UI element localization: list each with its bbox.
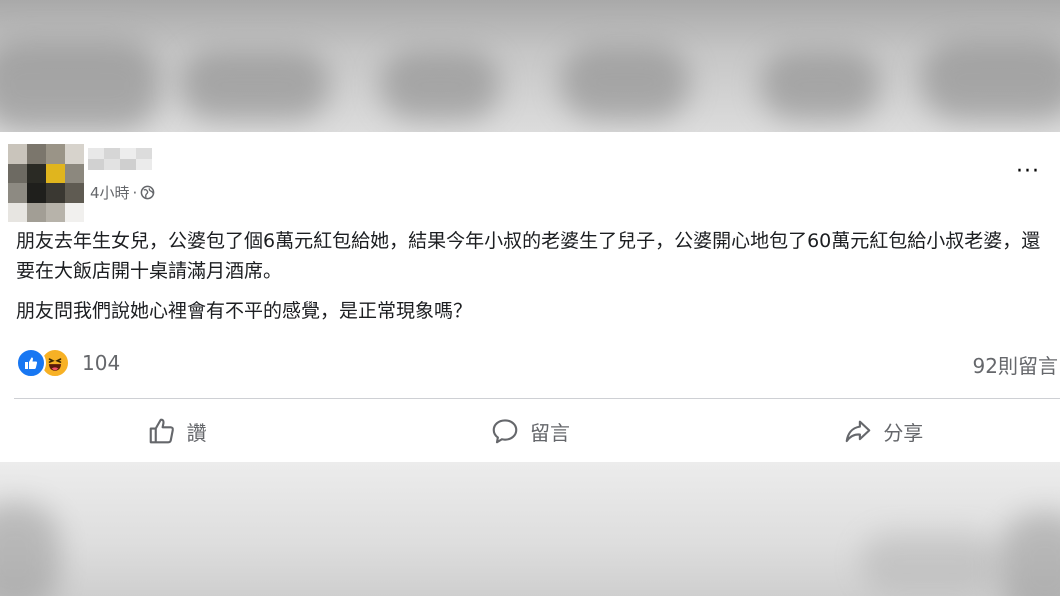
- post-meta: 4小時 ·: [90, 182, 155, 203]
- meta-separator: ·: [132, 183, 138, 202]
- comment-bubble-icon: [492, 419, 518, 444]
- like-button[interactable]: 讚: [0, 402, 353, 460]
- comment-button[interactable]: 留言: [353, 402, 706, 460]
- blurred-background-bottom: [0, 462, 1060, 596]
- post-card: 4小時 · ··· 朋友去年生女兒，公婆包了個6萬元紅包給她，結果今年小叔的老婆…: [0, 132, 1060, 462]
- author-name-blurred[interactable]: [88, 148, 152, 170]
- post-body: 朋友去年生女兒，公婆包了個6萬元紅包給她，結果今年小叔的老婆生了兒子，公婆開心地…: [16, 226, 1056, 326]
- post-action-bar: 讚 留言 分享: [0, 402, 1060, 460]
- avatar[interactable]: [8, 144, 84, 222]
- like-icon: [16, 348, 46, 378]
- reactions-summary[interactable]: 104: [16, 348, 120, 378]
- blurred-background-top: [0, 0, 1060, 132]
- comment-button-label: 留言: [529, 420, 570, 445]
- share-arrow-icon: [846, 420, 871, 443]
- share-button[interactable]: 分享: [707, 402, 1060, 460]
- comment-count-link[interactable]: 92則留言: [973, 350, 1058, 379]
- more-options-button[interactable]: ···: [1016, 161, 1040, 183]
- share-button-label: 分享: [883, 420, 924, 445]
- action-divider: [14, 398, 1060, 399]
- globe-icon[interactable]: [140, 185, 155, 200]
- post-paragraph: 朋友去年生女兒，公婆包了個6萬元紅包給她，結果今年小叔的老婆生了兒子，公婆開心地…: [16, 230, 1041, 282]
- post-timestamp[interactable]: 4小時: [90, 182, 130, 203]
- reaction-count: 104: [82, 351, 121, 375]
- like-button-label: 讚: [186, 420, 207, 445]
- thumbs-up-icon: [149, 418, 174, 444]
- post-paragraph: 朋友問我們說她心裡會有不平的感覺，是正常現象嗎？: [16, 300, 473, 322]
